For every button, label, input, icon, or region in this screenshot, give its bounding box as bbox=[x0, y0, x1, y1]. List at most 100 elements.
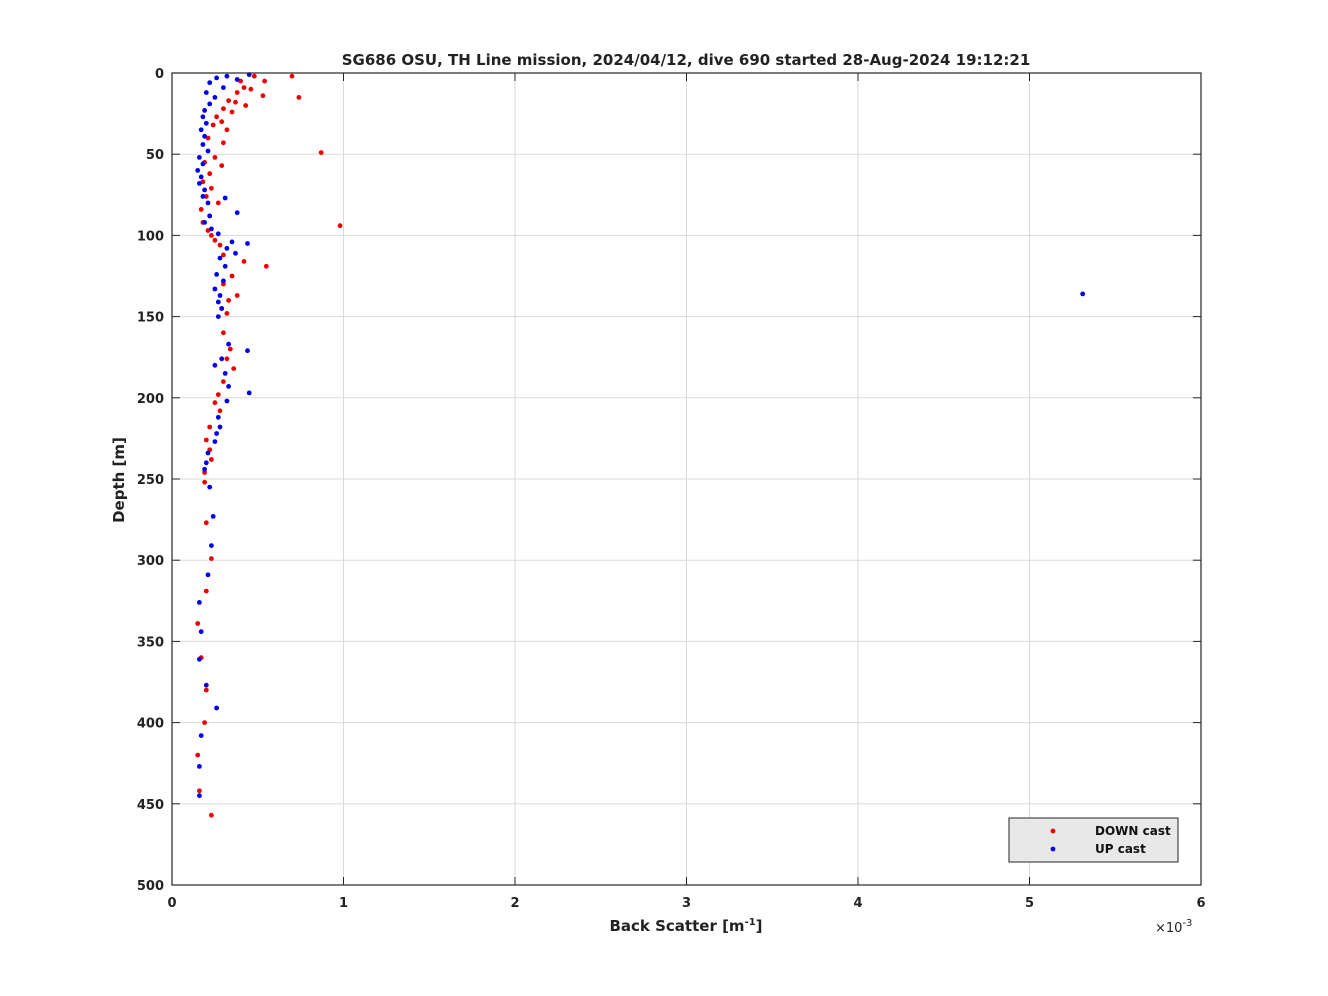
down-cast-point bbox=[209, 556, 214, 561]
down-cast-point bbox=[198, 207, 204, 212]
up-cast-point bbox=[197, 764, 202, 769]
y-tick-label: 450 bbox=[137, 798, 164, 813]
up-cast-point bbox=[245, 241, 250, 246]
down-cast-point bbox=[217, 242, 223, 248]
up-cast-point bbox=[203, 120, 209, 126]
down-cast-point bbox=[203, 437, 209, 443]
up-cast-point bbox=[214, 272, 220, 277]
up-cast-point bbox=[1080, 291, 1086, 297]
up-cast-point bbox=[205, 450, 211, 456]
up-cast-point bbox=[234, 77, 240, 82]
x-axis-label-superscript: -1 bbox=[745, 917, 756, 928]
x-axis-label-base: Back Scatter [m bbox=[609, 917, 744, 935]
up-cast-point bbox=[203, 682, 209, 688]
down-cast-point bbox=[221, 140, 226, 146]
up-cast-point bbox=[202, 220, 208, 225]
up-cast-point bbox=[229, 239, 235, 245]
x-axis-label: Back Scatter [m-1] bbox=[609, 917, 762, 935]
down-cast-point bbox=[226, 98, 232, 103]
up-cast-point bbox=[200, 194, 206, 199]
y-tick-label: 200 bbox=[137, 392, 164, 407]
down-cast-point bbox=[227, 346, 233, 352]
up-cast-point bbox=[214, 705, 220, 711]
up-cast-point bbox=[212, 439, 218, 444]
y-tick-label: 300 bbox=[137, 554, 164, 569]
down-cast-point bbox=[197, 788, 202, 794]
down-cast-point bbox=[209, 233, 214, 238]
up-cast-point bbox=[212, 95, 218, 100]
up-cast-point bbox=[207, 484, 213, 490]
up-cast-point bbox=[217, 424, 223, 430]
down-cast-point bbox=[219, 119, 225, 125]
up-cast-point bbox=[202, 466, 208, 472]
up-cast-point bbox=[200, 161, 206, 167]
down-cast-point bbox=[229, 273, 235, 279]
down-cast-point bbox=[209, 185, 214, 191]
x-tick-label: 6 bbox=[1196, 896, 1205, 911]
y-tick-label: 0 bbox=[155, 67, 164, 82]
up-cast-point bbox=[207, 101, 213, 107]
y-axis-label: Depth [m] bbox=[110, 437, 128, 523]
legend-up-marker bbox=[1050, 846, 1056, 852]
up-cast-point bbox=[205, 200, 211, 206]
up-cast-point bbox=[215, 414, 221, 420]
up-cast-point bbox=[221, 85, 226, 90]
up-cast-point bbox=[224, 398, 230, 404]
down-cast-point bbox=[226, 298, 232, 303]
x-tick-label: 4 bbox=[853, 896, 862, 911]
up-cast-point bbox=[205, 572, 211, 578]
chart-title: SG686 OSU, TH Line mission, 2024/04/12, … bbox=[342, 51, 1031, 69]
y-tick-label: 500 bbox=[137, 879, 164, 894]
y-tick-label: 150 bbox=[137, 311, 164, 326]
legend-up-label: UP cast bbox=[1095, 842, 1146, 856]
up-cast-point bbox=[214, 431, 220, 436]
down-cast-point bbox=[318, 150, 324, 156]
down-cast-point bbox=[260, 93, 266, 99]
down-cast-point bbox=[207, 171, 213, 177]
up-cast-point bbox=[224, 73, 230, 79]
up-cast-point bbox=[226, 341, 232, 347]
up-cast-point bbox=[205, 148, 211, 154]
down-cast-point bbox=[209, 457, 214, 462]
up-cast-point bbox=[217, 255, 223, 261]
up-cast-point bbox=[202, 187, 208, 193]
up-cast-point bbox=[224, 246, 230, 251]
x-axis-multiplier-exponent: -3 bbox=[1182, 918, 1192, 929]
down-cast-point bbox=[212, 237, 218, 243]
x-tick-label: 2 bbox=[510, 896, 519, 911]
up-cast-point bbox=[222, 195, 228, 201]
up-cast-point bbox=[209, 543, 214, 548]
down-cast-point bbox=[251, 73, 257, 79]
up-cast-point bbox=[202, 133, 208, 139]
down-cast-point bbox=[224, 311, 230, 316]
up-cast-point bbox=[207, 213, 213, 219]
x-axis-label-end: ] bbox=[756, 917, 763, 935]
down-cast-point bbox=[221, 330, 226, 336]
up-cast-point bbox=[197, 793, 202, 799]
down-cast-point bbox=[241, 85, 247, 90]
up-cast-point bbox=[221, 278, 226, 284]
up-cast-point bbox=[215, 231, 221, 237]
legend-down-marker bbox=[1050, 828, 1056, 834]
up-cast-point bbox=[198, 174, 204, 180]
down-cast-point bbox=[215, 392, 221, 397]
up-cast-point bbox=[245, 348, 250, 354]
legend-down-label: DOWN cast bbox=[1095, 824, 1171, 838]
chart-canvas: 0 1 2 3 4 5 6 0 50 100 150 200 250 300 350 400 450 500 S… bbox=[0, 0, 1328, 996]
up-cast-point bbox=[215, 314, 221, 319]
down-cast-point bbox=[209, 812, 214, 818]
up-cast-point bbox=[200, 142, 206, 147]
up-cast-point bbox=[202, 108, 208, 113]
y-tick-label: 350 bbox=[137, 635, 164, 650]
x-tick-label: 1 bbox=[339, 896, 348, 911]
y-tick-label: 250 bbox=[137, 473, 164, 488]
up-cast-point bbox=[197, 600, 202, 605]
up-cast-point bbox=[197, 656, 202, 662]
up-cast-point bbox=[222, 371, 228, 376]
up-cast-point bbox=[200, 114, 206, 120]
down-cast-point bbox=[215, 200, 221, 206]
down-cast-point bbox=[248, 86, 254, 92]
up-cast-point bbox=[203, 90, 209, 95]
up-cast-point bbox=[207, 80, 213, 86]
up-cast-point bbox=[203, 460, 209, 466]
